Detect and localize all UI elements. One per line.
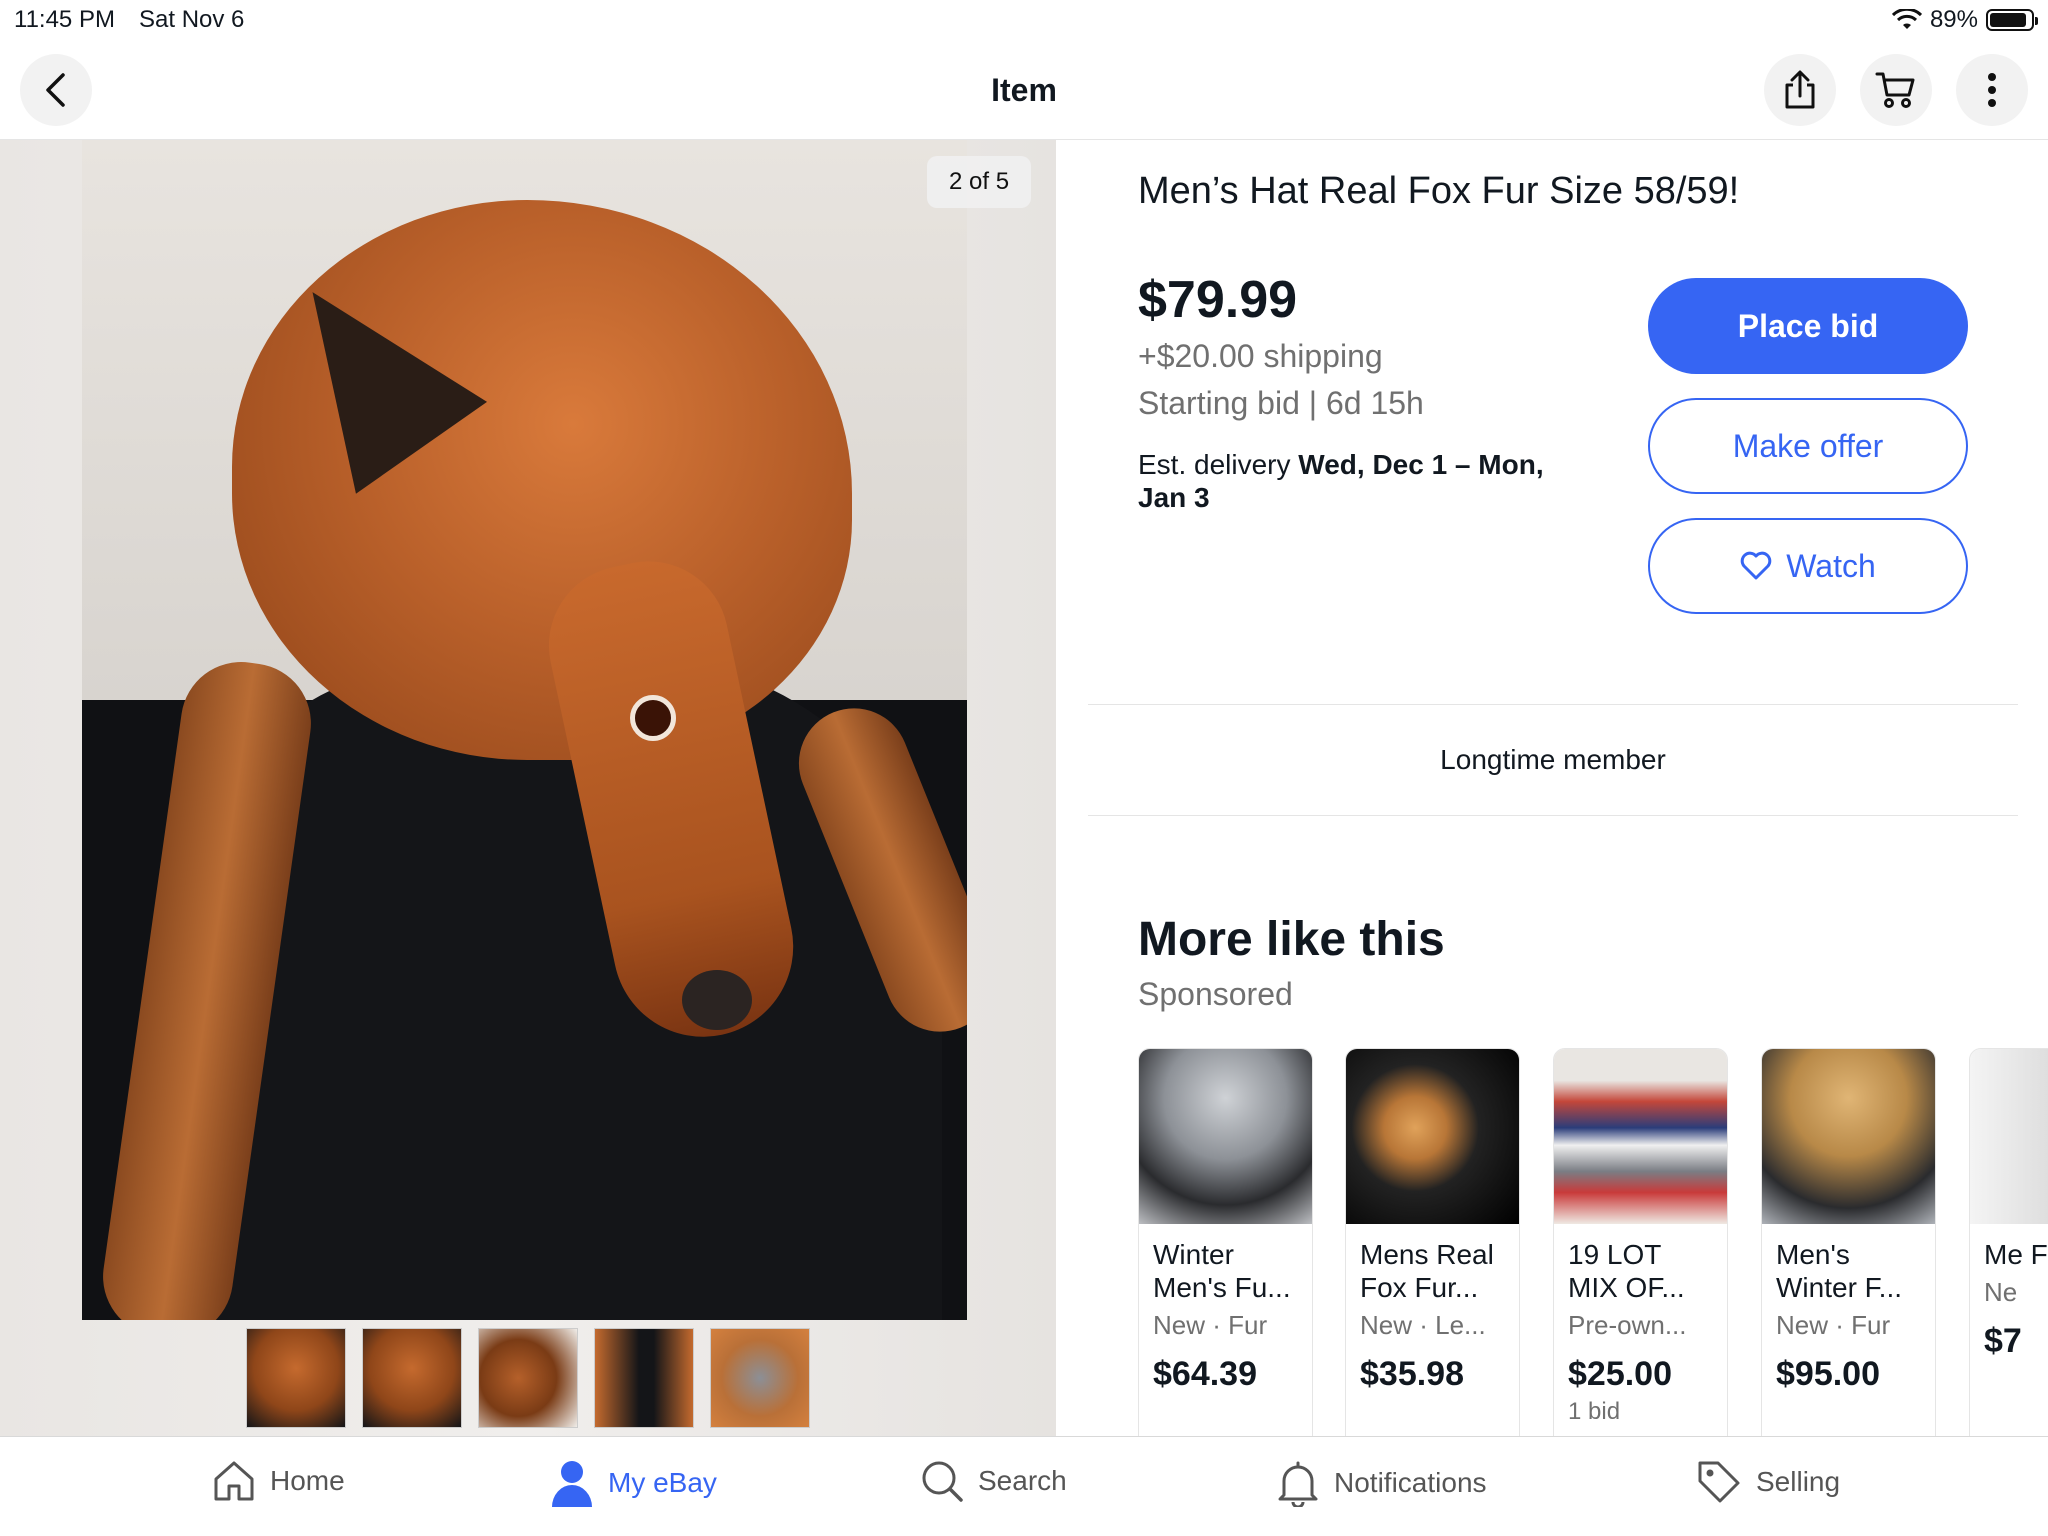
recommendation-card[interactable]: 19 LOT MIX OF... Pre-own... $25.00 1 bid (1553, 1048, 1728, 1436)
item-detail: Men’s Hat Real Fox Fur Size 58/59! $79.9… (1056, 140, 2048, 1436)
product-condition: Pre-own... (1568, 1310, 1687, 1340)
tab-selling-label: Selling (1756, 1466, 1841, 1497)
main-photo[interactable] (82, 140, 967, 1320)
tab-home[interactable]: Home (212, 1459, 345, 1503)
share-icon (1785, 70, 1815, 109)
item-title: Men’s Hat Real Fox Fur Size 58/59! (1138, 170, 1740, 212)
product-image (1970, 1049, 2048, 1224)
image-gallery: 2 of 5 (0, 140, 1056, 1436)
wifi-icon (1891, 9, 1922, 29)
heart-icon (1740, 551, 1772, 580)
divider (1088, 815, 2018, 816)
product-condition: New · Fur (1776, 1310, 1891, 1340)
product-name: 19 LOT MIX OF... (1568, 1239, 1685, 1303)
thumbnail-3[interactable] (478, 1328, 578, 1428)
status-bar: 11:45 PM Sat Nov 6 89% (0, 0, 2048, 40)
make-offer-button[interactable]: Make offer (1648, 398, 1968, 494)
product-condition: New · Le... (1360, 1310, 1486, 1340)
tab-my-ebay-label: My eBay (608, 1467, 717, 1498)
status-time: 11:45 PM (14, 6, 115, 33)
thumbnail-strip (246, 1328, 810, 1428)
tab-search-label: Search (978, 1465, 1067, 1496)
product-name: Mens Real Fox Fur... (1360, 1239, 1494, 1303)
thumbnail-5[interactable] (710, 1328, 810, 1428)
delivery-label: Est. delivery (1138, 449, 1291, 480)
product-image (1139, 1049, 1312, 1224)
thumbnail-4[interactable] (594, 1328, 694, 1428)
search-icon (922, 1461, 963, 1502)
thumbnail-2[interactable] (362, 1328, 462, 1428)
more-like-this-title: More like this (1138, 913, 1445, 966)
product-bids: 1 bid (1568, 1398, 1621, 1425)
watch-label: Watch (1786, 547, 1876, 584)
product-price: $95.00 (1776, 1355, 1880, 1393)
recommendation-card[interactable]: Men's Winter F... New · Fur $95.00 (1761, 1048, 1936, 1436)
image-counter: 2 of 5 (927, 156, 1032, 208)
vertical-dots-icon (1988, 73, 1996, 107)
nav-bar: Item (0, 40, 2048, 140)
recommendation-card[interactable]: Winter Men's Fu... New · Fur $64.39 (1138, 1048, 1313, 1436)
tag-icon (1698, 1461, 1740, 1503)
person-icon (552, 1461, 592, 1507)
product-image (1554, 1049, 1727, 1224)
product-name: Men's Winter F... (1776, 1239, 1903, 1303)
place-bid-button[interactable]: Place bid (1648, 278, 1968, 374)
item-price: $79.99 (1138, 271, 1298, 329)
sponsored-label: Sponsored (1138, 976, 1293, 1012)
divider (1088, 704, 2018, 705)
watch-button[interactable]: Watch (1648, 518, 1968, 614)
product-price: $35.98 (1360, 1355, 1464, 1393)
share-button[interactable] (1764, 54, 1836, 126)
product-condition: Ne (1984, 1277, 2018, 1307)
estimated-delivery: Est. delivery Wed, Dec 1 – Mon, Jan 3 (1138, 448, 1568, 514)
product-name: Me Fo (1984, 1239, 2048, 1270)
page-title: Item (991, 72, 1057, 108)
home-icon (214, 1461, 254, 1501)
tab-my-ebay[interactable]: My eBay (550, 1459, 717, 1507)
battery-percent: 89% (1929, 6, 1978, 33)
recommendation-carousel[interactable]: Winter Men's Fu... New · Fur $64.39 Mens… (1138, 1048, 2048, 1436)
recommendation-card[interactable]: Mens Real Fox Fur... New · Le... $35.98 (1345, 1048, 1520, 1436)
bid-info: Starting bid | 6d 15h (1138, 385, 1424, 421)
tab-bar: Home My eBay Search Notifications Sellin… (0, 1436, 2048, 1536)
tab-selling[interactable]: Selling (1696, 1459, 1840, 1505)
product-price: $7 (1984, 1322, 2022, 1360)
thumbnail-1[interactable] (246, 1328, 346, 1428)
tab-home-label: Home (270, 1465, 345, 1496)
tab-notifications-label: Notifications (1334, 1467, 1487, 1498)
recommendation-card[interactable]: Me Fo Ne $7 (1969, 1048, 2048, 1436)
more-options-button[interactable] (1956, 54, 2028, 126)
bell-icon (1278, 1461, 1318, 1507)
product-image (1346, 1049, 1519, 1224)
tab-notifications[interactable]: Notifications (1276, 1459, 1487, 1507)
product-price: $25.00 (1568, 1355, 1672, 1393)
cart-icon (1875, 72, 1915, 108)
status-date: Sat Nov 6 (139, 6, 245, 33)
tab-search[interactable]: Search (920, 1459, 1067, 1503)
product-price: $64.39 (1153, 1355, 1257, 1393)
product-condition: New · Fur (1153, 1310, 1268, 1340)
shipping-cost: +$20.00 shipping (1138, 338, 1383, 374)
product-image (1762, 1049, 1935, 1224)
cart-button[interactable] (1860, 54, 1932, 126)
status-right: 89% (1891, 6, 2038, 34)
battery-icon (1986, 9, 2038, 31)
product-name: Winter Men's Fu... (1153, 1239, 1291, 1303)
seller-badge: Longtime member (1440, 744, 1666, 775)
